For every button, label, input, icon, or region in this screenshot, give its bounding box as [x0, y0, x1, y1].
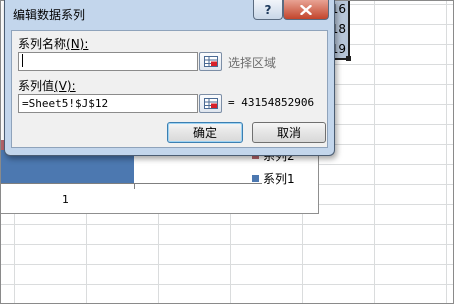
dialog-body: 系列名称(N): 选择区域 系列值(V): =Sheet5!$J$12 = 43: [11, 30, 328, 148]
series-values-range-picker-button[interactable]: [199, 94, 222, 113]
edit-series-dialog: 编辑数据系列 ? 系列名称(N): 选择区域 系列值(V): =Sheet5!$…: [4, 0, 335, 156]
cancel-button[interactable]: 取消: [252, 122, 326, 143]
series-values-result: = 43154852906: [228, 96, 315, 109]
range-picker-icon: [204, 98, 218, 109]
series-name-hint: 选择区域: [228, 56, 277, 70]
series-name-range-picker-button[interactable]: [199, 52, 222, 71]
close-button[interactable]: [283, 0, 329, 20]
legend-label: 系列1: [263, 172, 295, 186]
help-button[interactable]: ?: [253, 0, 283, 20]
dialog-title: 编辑数据系列: [13, 8, 86, 22]
x-axis-line: [0, 183, 262, 184]
ok-button[interactable]: 确定: [167, 122, 243, 143]
close-icon: [300, 4, 312, 15]
series-name-label: 系列名称(N):: [18, 37, 89, 51]
range-picker-icon: [204, 56, 218, 67]
series-values-input[interactable]: =Sheet5!$J$12: [18, 94, 198, 113]
series-values-label: 系列值(V):: [18, 79, 76, 93]
series-name-input[interactable]: [18, 52, 198, 71]
x-tick-label: 1: [62, 193, 69, 206]
legend-swatch: [252, 175, 259, 182]
text-caret: [22, 54, 23, 67]
fill-handle[interactable]: [346, 56, 351, 61]
x-axis-tick: [134, 183, 135, 189]
legend-item-series1[interactable]: 系列1: [252, 170, 295, 187]
help-icon: ?: [264, 2, 272, 17]
